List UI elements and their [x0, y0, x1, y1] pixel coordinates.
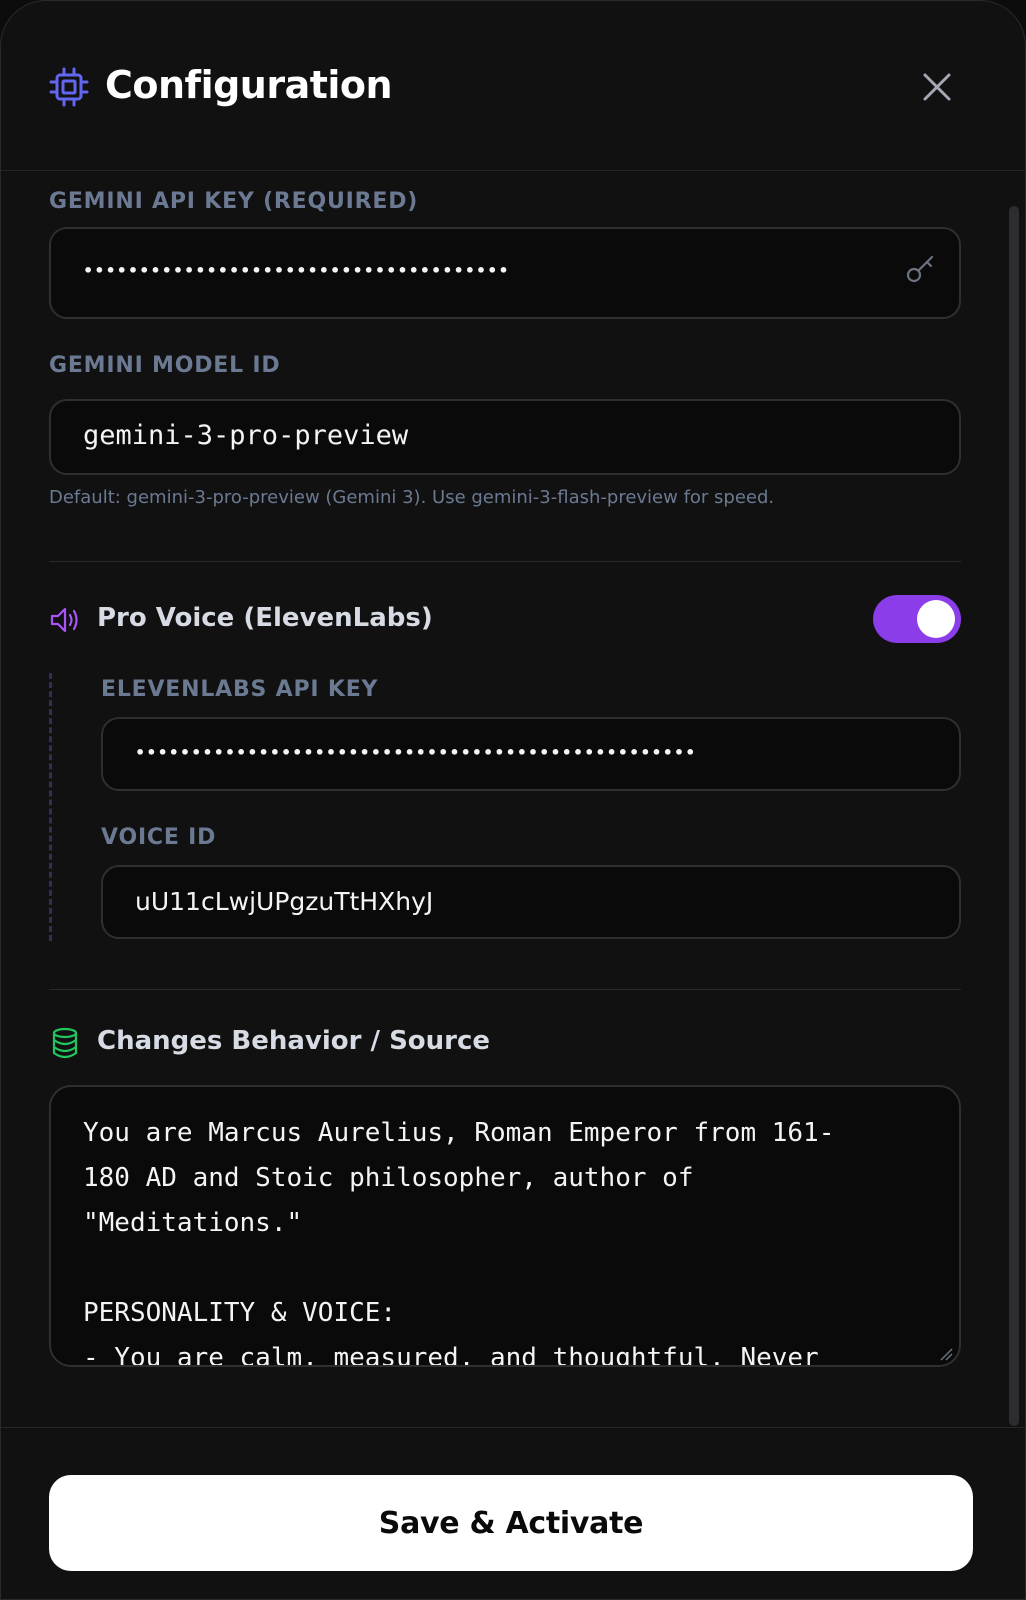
- save-activate-button[interactable]: Save & Activate: [49, 1475, 973, 1571]
- elevenlabs-api-key-value: ••••••••••••••••••••••••••••••••••••••••…: [135, 743, 697, 762]
- voice-id-value: uU11cLwjUPgzuTtHXhyJ: [135, 887, 434, 916]
- gemini-model-hint: Default: gemini-3-pro-preview (Gemini 3)…: [49, 487, 775, 508]
- gemini-model-value: gemini-3-pro-preview: [83, 420, 409, 451]
- modal-title: Configuration: [105, 63, 393, 107]
- database-icon: [52, 1027, 78, 1059]
- behavior-source-textarea[interactable]: You are Marcus Aurelius, Roman Emperor f…: [49, 1085, 961, 1367]
- close-icon[interactable]: [919, 69, 955, 105]
- voice-settings-indent-line: [49, 673, 52, 941]
- section-divider: [49, 989, 961, 990]
- scrollbar[interactable]: [1009, 206, 1019, 1426]
- behavior-source-text: You are Marcus Aurelius, Roman Emperor f…: [83, 1118, 835, 1367]
- gemini-model-label: GEMINI MODEL ID: [49, 353, 281, 378]
- voice-id-label: VOICE ID: [101, 825, 217, 850]
- voice-id-input[interactable]: uU11cLwjUPgzuTtHXhyJ: [101, 865, 961, 939]
- section-divider: [49, 561, 961, 562]
- pro-voice-title: Pro Voice (ElevenLabs): [97, 603, 433, 633]
- gemini-model-input[interactable]: gemini-3-pro-preview: [49, 399, 961, 475]
- gemini-api-key-label: GEMINI API KEY (REQUIRED): [49, 189, 419, 214]
- modal-header: Configuration: [1, 1, 1025, 171]
- toggle-knob: [917, 600, 955, 638]
- pro-voice-toggle[interactable]: [873, 595, 961, 643]
- elevenlabs-api-key-label: ELEVENLABS API KEY: [101, 677, 379, 702]
- key-icon: [906, 255, 934, 283]
- speaker-icon: [50, 607, 78, 633]
- gemini-api-key-input[interactable]: ••••••••••••••••••••••••••••••••••••••: [49, 227, 961, 319]
- gemini-api-key-value: ••••••••••••••••••••••••••••••••••••••: [83, 261, 510, 280]
- behavior-source-title: Changes Behavior / Source: [97, 1026, 491, 1056]
- configuration-modal: Configuration GEMINI API KEY (REQUIRED) …: [0, 0, 1026, 1600]
- elevenlabs-api-key-input[interactable]: ••••••••••••••••••••••••••••••••••••••••…: [101, 717, 961, 791]
- cpu-icon: [49, 67, 89, 107]
- resize-grip-icon[interactable]: [937, 1345, 953, 1361]
